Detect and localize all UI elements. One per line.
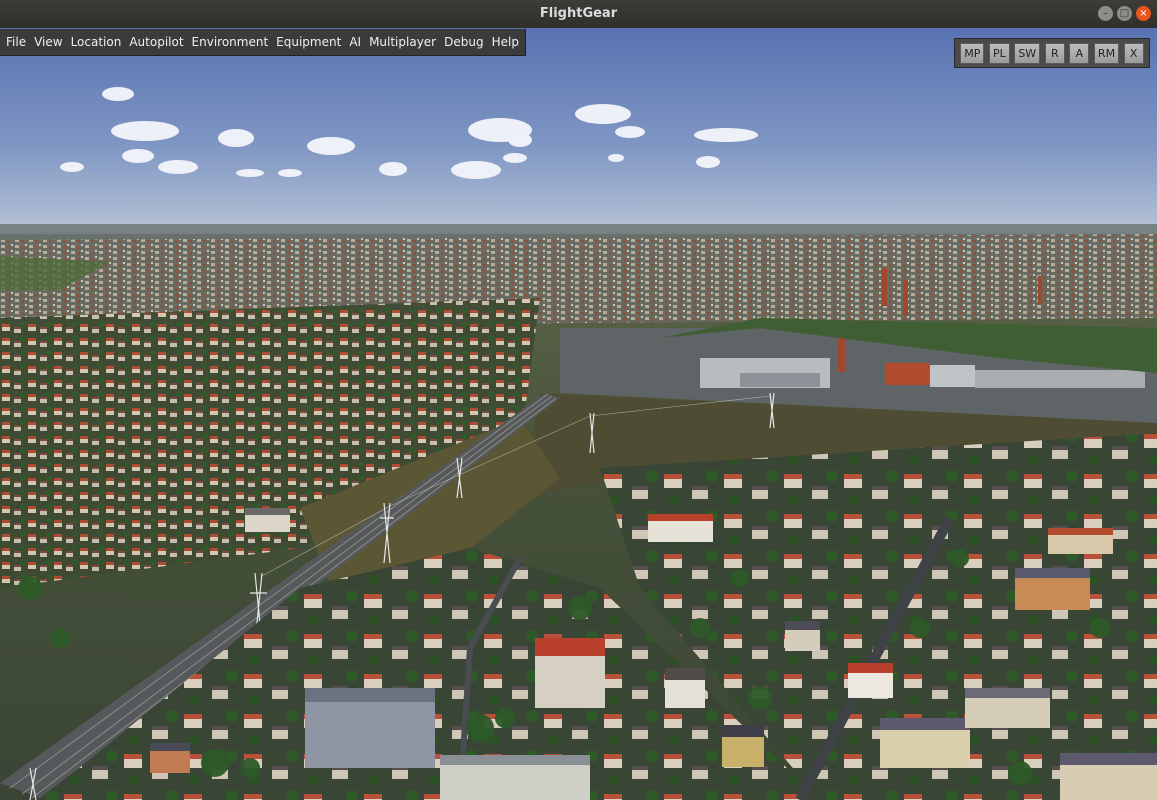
r-button[interactable]: R [1044,42,1065,64]
scene-canvas [0,28,1157,800]
mp-button[interactable]: MP [960,42,985,64]
menu-help[interactable]: Help [489,29,522,55]
menu-location[interactable]: Location [68,29,125,55]
menu-debug[interactable]: Debug [441,29,486,55]
rm-button[interactable]: RM [1093,42,1120,64]
window-title: FlightGear [539,6,618,21]
minimize-icon[interactable]: – [1098,6,1113,21]
menu-environment[interactable]: Environment [189,29,272,55]
scene-viewport[interactable] [0,28,1157,800]
menu-view[interactable]: View [31,29,65,55]
menu-autopilot[interactable]: Autopilot [126,29,186,55]
maximize-icon[interactable]: □ [1117,6,1132,21]
main-menubar: File View Location Autopilot Environment… [0,29,526,56]
window-titlebar: FlightGear – □ × [0,0,1157,29]
x-button[interactable]: X [1123,42,1144,64]
pl-button[interactable]: PL [988,42,1010,64]
menu-equipment[interactable]: Equipment [273,29,344,55]
quick-button-bar: MP PL SW R A RM X [954,38,1150,68]
menu-multiplayer[interactable]: Multiplayer [366,29,439,55]
a-button[interactable]: A [1069,42,1090,64]
sw-button[interactable]: SW [1014,42,1041,64]
close-icon[interactable]: × [1136,6,1151,21]
menu-file[interactable]: File [3,29,29,55]
menu-ai[interactable]: AI [346,29,364,55]
